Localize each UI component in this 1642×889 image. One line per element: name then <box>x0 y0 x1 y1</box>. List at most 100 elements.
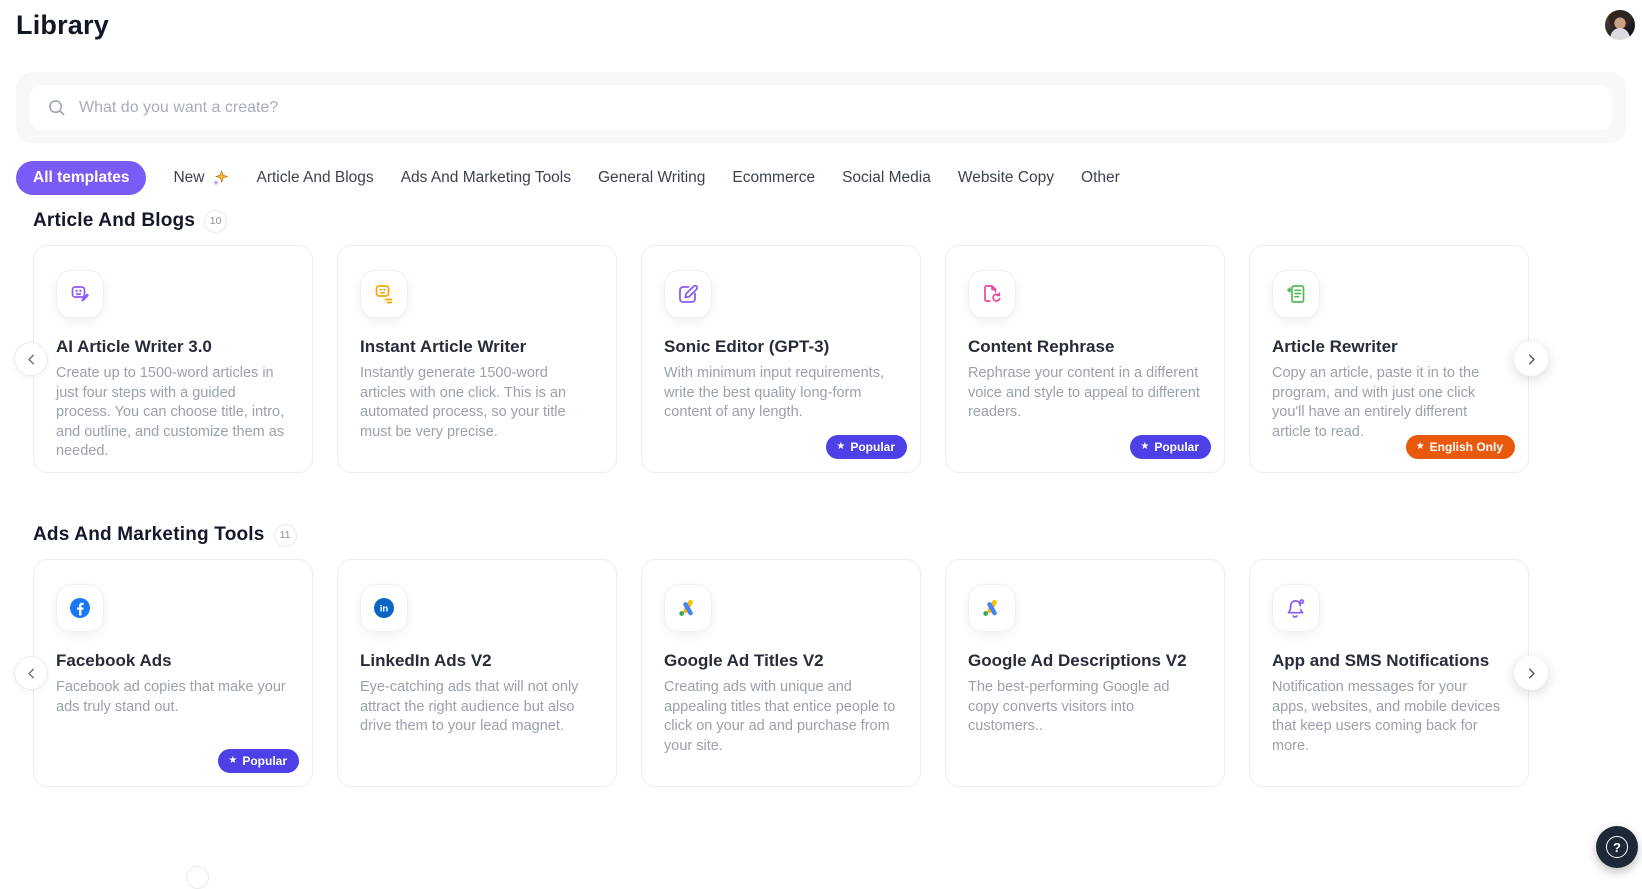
edit-square-icon <box>676 282 700 306</box>
tab-label: Social Media <box>842 169 931 187</box>
card-icon-tile: in <box>360 584 408 632</box>
card-icon-tile <box>968 584 1016 632</box>
carousel-next-button[interactable] <box>1514 656 1548 690</box>
cards-carousel: AI Article Writer 3.0 Create up to 1500-w… <box>33 245 1529 473</box>
tab-website-copy[interactable]: Website Copy <box>958 169 1054 187</box>
tab-label: New <box>173 169 204 187</box>
template-card-linkedin-ads-v2[interactable]: in LinkedIn Ads V2 Eye-catching ads that w… <box>337 559 617 787</box>
card-title: LinkedIn Ads V2 <box>360 651 594 671</box>
card-icon-tile <box>56 270 104 318</box>
document-refresh-icon <box>980 282 1004 306</box>
template-card-ai-article-writer-3-0[interactable]: AI Article Writer 3.0 Create up to 1500-w… <box>33 245 313 473</box>
section-count-badge: 10 <box>204 210 227 233</box>
template-card-content-rephrase[interactable]: Content RephraseRephrase your content in… <box>945 245 1225 473</box>
popular-badge: ★Popular <box>1130 435 1211 459</box>
popular-badge: ★Popular <box>218 749 299 773</box>
tab-label: Article And Blogs <box>257 169 374 187</box>
card-description: Copy an article, paste it in to the prog… <box>1272 364 1506 442</box>
search-bar[interactable] <box>30 85 1612 130</box>
card-title: Google Ad Descriptions V2 <box>968 651 1202 671</box>
section-title: Ads And Marketing Tools <box>33 524 265 546</box>
card-title: Instant Article Writer <box>360 337 594 357</box>
card-title: Content Rephrase <box>968 337 1202 357</box>
cards-carousel: Facebook AdsFacebook ad copies that make… <box>33 559 1529 787</box>
star-icon: ★ <box>1140 442 1149 452</box>
tab-all-templates[interactable]: All templates <box>16 161 146 195</box>
chevron-right-icon <box>1523 665 1540 682</box>
section-title: Article And Blogs <box>33 210 195 232</box>
carousel-prev-button[interactable] <box>14 656 48 690</box>
google-ads-icon <box>676 596 700 620</box>
tab-label: Ecommerce <box>732 169 815 187</box>
card-description: Notification messages for your apps, web… <box>1272 678 1506 756</box>
linkedin-icon: in <box>372 596 396 620</box>
card-description: Create up to 1500-word articles in just … <box>56 364 290 462</box>
card-title: Facebook Ads <box>56 651 290 671</box>
user-avatar[interactable] <box>1605 10 1635 40</box>
carousel-next-button[interactable] <box>1514 342 1548 376</box>
search-container <box>16 72 1626 143</box>
card-description: Instantly generate 1500-word articles wi… <box>360 364 594 442</box>
card-description: Eye-catching ads that will not only attr… <box>360 678 594 737</box>
template-card-instant-article-writer[interactable]: Instant Article Writer Instantly generate… <box>337 245 617 473</box>
carousel-prev-button[interactable] <box>14 342 48 376</box>
star-icon: ★ <box>1416 442 1425 452</box>
card-icon-tile <box>1272 584 1320 632</box>
tab-label: Ads And Marketing Tools <box>401 169 571 187</box>
search-input[interactable] <box>79 99 1596 117</box>
bell-icon <box>1284 596 1308 620</box>
section-header: Ads And Marketing Tools11 <box>33 523 1642 547</box>
page-title: Library <box>16 10 109 41</box>
search-icon <box>46 97 67 118</box>
template-card-app-and-sms-notifications[interactable]: App and SMS NotificationsNotification me… <box>1249 559 1529 787</box>
card-icon-tile <box>56 584 104 632</box>
section-article-and-blogs: Article And Blogs 10 AI Article Writer 3.0… <box>0 209 1642 473</box>
template-filter-tabs: All templates New Article And Blogs Ads And… <box>16 161 1642 195</box>
sparkles-icon <box>211 169 230 188</box>
template-card-sonic-editor-gpt-3[interactable]: Sonic Editor (GPT-3) With minimum input r… <box>641 245 921 473</box>
card-icon-tile <box>664 584 712 632</box>
template-card-facebook-ads[interactable]: Facebook AdsFacebook ad copies that make… <box>33 559 313 787</box>
english-only-badge: ★ English Only <box>1406 435 1515 459</box>
facebook-icon <box>68 596 92 620</box>
popular-badge: ★ Popular <box>826 435 907 459</box>
template-card-google-ad-descriptions-v2[interactable]: Google Ad Descriptions V2 The best-perfor… <box>945 559 1225 787</box>
help-button[interactable]: ? <box>1596 826 1638 868</box>
google-ads-icon <box>980 596 1004 620</box>
page-header: Library <box>0 0 1642 62</box>
tab-social-media[interactable]: Social Media <box>842 169 931 187</box>
tab-label: Other <box>1081 169 1120 187</box>
template-card-article-rewriter[interactable]: Article Rewriter Copy an article, paste i… <box>1249 245 1529 473</box>
tab-ecommerce[interactable]: Ecommerce <box>732 169 815 187</box>
robot-pencil-icon <box>68 282 92 306</box>
tab-general-writing[interactable]: General Writing <box>598 169 705 187</box>
tab-ads-and-marketing-tools[interactable]: Ads And Marketing Tools <box>401 169 571 187</box>
star-icon: ★ <box>836 442 845 452</box>
template-sections: Article And Blogs 10 AI Article Writer 3.0… <box>0 209 1642 787</box>
next-section-count-badge-partial <box>186 866 209 889</box>
tab-article-and-blogs[interactable]: Article And Blogs <box>257 169 374 187</box>
svg-text:in: in <box>380 604 389 615</box>
template-card-google-ad-titles-v2[interactable]: Google Ad Titles V2Creating ads with uni… <box>641 559 921 787</box>
tab-label: All templates <box>33 169 129 187</box>
card-title: AI Article Writer 3.0 <box>56 337 290 357</box>
tab-other[interactable]: Other <box>1081 169 1120 187</box>
card-description: The best-performing Google ad copy conve… <box>968 678 1202 737</box>
document-rewrite-icon <box>1284 282 1308 306</box>
badge-label: Popular <box>242 754 287 768</box>
card-title: Google Ad Titles V2 <box>664 651 898 671</box>
badge-label: English Only <box>1430 440 1503 454</box>
tab-label: Website Copy <box>958 169 1054 187</box>
card-description: With minimum input requirements, write t… <box>664 364 898 423</box>
section-ads-and-marketing-tools: Ads And Marketing Tools11 Facebook AdsFac… <box>0 523 1642 787</box>
chevron-left-icon <box>23 351 40 368</box>
badge-label: Popular <box>850 440 895 454</box>
section-header: Article And Blogs 10 <box>33 209 1642 233</box>
card-title: Article Rewriter <box>1272 337 1506 357</box>
tab-new[interactable]: New <box>173 169 229 188</box>
card-icon-tile <box>360 270 408 318</box>
card-icon-tile <box>968 270 1016 318</box>
card-icon-tile <box>664 270 712 318</box>
card-title: Sonic Editor (GPT-3) <box>664 337 898 357</box>
chevron-left-icon <box>23 665 40 682</box>
